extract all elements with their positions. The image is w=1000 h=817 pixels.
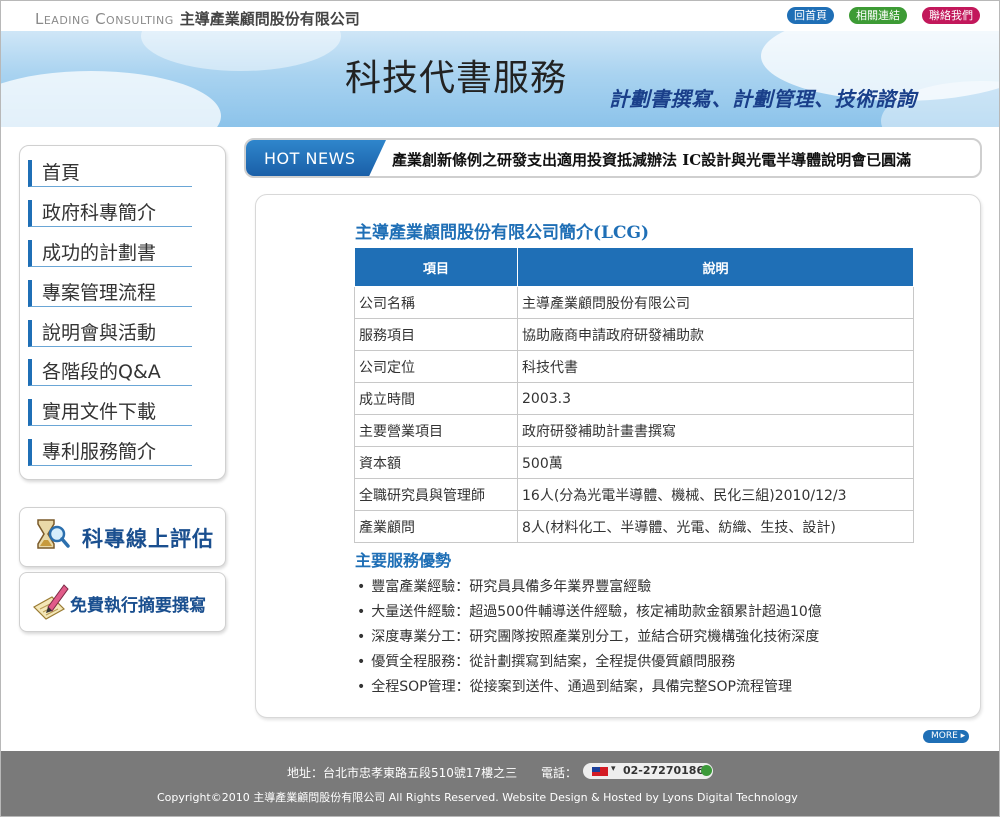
online-evaluation-label: 科專線上評估 (82, 527, 214, 551)
sidebar-item-seminars[interactable]: 說明會與活動 (28, 320, 192, 347)
cloud-decoration (1, 71, 221, 127)
list-item: • 優質全程服務：從計劃撰寫到結案，全程提供優質顧問服務 (357, 651, 735, 671)
bullet-icon: • (357, 604, 366, 620)
phone-widget[interactable]: ▾ 02-27270186 (583, 763, 713, 779)
more-label: MORE (931, 731, 958, 741)
hot-news-ticker[interactable]: HOT NEWS 產業創新條例之研發支出適用投資抵減辦法 IC設計與光電半導體說… (244, 138, 982, 178)
table-header-item: 項目 (354, 247, 518, 287)
footer-phone-label: 電話： (541, 766, 578, 780)
table-cell-value: 8人(材料化工、半導體、光電、紡織、生技、設計) (517, 510, 914, 543)
advantage-text: 優質全程服務：從計劃撰寫到結案，全程提供優質顧問服務 (371, 654, 736, 670)
table-cell-value: 協助廠商申請政府研發補助款 (517, 318, 914, 351)
taiwan-flag-icon (592, 767, 608, 776)
advantage-text: 全程SOP管理：從接案到送件、通過到結案，具備完整SOP流程管理 (371, 679, 792, 695)
free-summary-button[interactable]: 免費執行摘要撰寫 (19, 572, 226, 632)
company-info-table: 項目 說明 公司名稱 主導產業顧問股份有限公司 服務項目 協助廠商申請政府研發補… (354, 247, 914, 543)
table-cell-value: 2003.3 (517, 382, 914, 415)
sidebar-item-government-program[interactable]: 政府科專簡介 (28, 200, 192, 227)
table-row: 成立時間 2003.3 (354, 382, 914, 415)
dropdown-arrow-icon: ▾ (611, 764, 616, 774)
table-cell-key: 公司名稱 (354, 286, 518, 319)
top-bar: Leading Consulting 主導產業顧問股份有限公司 回首頁 相關連結 … (1, 1, 999, 31)
online-evaluation-button[interactable]: 科專線上評估 (19, 507, 226, 567)
advantage-text: 深度專業分工：研究團隊按照產業別分工，並結合研究機構強化技術深度 (371, 629, 820, 645)
table-cell-value: 科技代書 (517, 350, 914, 383)
hourglass-search-icon (37, 519, 70, 549)
advantage-text: 大量送件經驗：超過500件輔導送件經驗，核定補助款金額累計超過10億 (371, 604, 822, 620)
table-cell-value: 主導產業顧問股份有限公司 (517, 286, 914, 319)
hot-news-label: HOT NEWS (264, 149, 356, 168)
contact-us-button[interactable]: 聯絡我們 (922, 7, 980, 24)
table-header-description: 說明 (517, 247, 914, 287)
table-cell-key: 產業顧問 (354, 510, 518, 543)
table-row: 資本額 500萬 (354, 446, 914, 479)
free-summary-label: 免費執行摘要撰寫 (70, 596, 206, 616)
header-banner: 科技代書服務 計劃書撰寫、計劃管理、技術諮詢 (1, 31, 999, 127)
table-cell-key: 全職研究員與管理師 (354, 478, 518, 511)
brand-chinese: 主導產業顧問股份有限公司 (179, 10, 360, 28)
page-title: 主導產業顧問股份有限公司簡介(LCG) (355, 223, 650, 243)
table-cell-value: 500萬 (517, 446, 914, 479)
table-row: 產業顧問 8人(材料化工、半導體、光電、紡織、生技、設計) (354, 510, 914, 543)
table-row: 服務項目 協助廠商申請政府研發補助款 (354, 318, 914, 351)
footer-phone-number[interactable]: 02-27270186 (623, 764, 704, 777)
table-cell-value: 16人(分為光電半導體、機械、民化三組)2010/12/3 (517, 478, 914, 511)
sidebar-item-project-management[interactable]: 專案管理流程 (28, 280, 192, 307)
footer-copyright: Copyright©2010 主導產業顧問股份有限公司 All Rights R… (157, 791, 798, 804)
cloud-decoration (141, 31, 341, 71)
table-row: 主要營業項目 政府研發補助計畫書撰寫 (354, 414, 914, 447)
brand-english: Leading Consulting (35, 10, 174, 28)
table-cell-key: 資本額 (354, 446, 518, 479)
sidebar-item-downloads[interactable]: 實用文件下載 (28, 399, 192, 426)
hot-news-headline[interactable]: 產業創新條例之研發支出適用投資抵減辦法 IC設計與光電半導體說明會已圓滿 (392, 149, 911, 170)
banner-subtitle: 計劃書撰寫、計劃管理、技術諮詢 (609, 87, 917, 111)
paper-pen-icon (33, 584, 69, 620)
table-row: 全職研究員與管理師 16人(分為光電半導體、機械、民化三組)2010/12/3 (354, 478, 914, 511)
sidebar-item-successful-proposals[interactable]: 成功的計劃書 (28, 240, 192, 267)
sidebar-item-patent-services[interactable]: 專利服務簡介 (28, 439, 192, 466)
related-links-button[interactable]: 相關連結 (849, 7, 907, 24)
table-cell-key: 成立時間 (354, 382, 518, 415)
list-item: • 深度專業分工：研究團隊按照產業別分工，並結合研究機構強化技術深度 (357, 626, 819, 646)
bullet-icon: • (357, 679, 366, 695)
sidebar-item-home[interactable]: 首頁 (28, 160, 192, 187)
list-item: • 大量送件經驗：超過500件輔導送件經驗，核定補助款金額累計超過10億 (357, 601, 822, 621)
table-cell-key: 服務項目 (354, 318, 518, 351)
bullet-icon: • (357, 579, 366, 595)
list-item: • 豐富產業經驗：研究員具備多年業界豐富經驗 (357, 576, 651, 596)
list-item: • 全程SOP管理：從接案到送件、通過到結案，具備完整SOP流程管理 (357, 676, 792, 696)
footer-address: 地址：台北市忠孝東路五段510號17樓之三 (287, 766, 518, 780)
table-cell-key: 主要營業項目 (354, 414, 518, 447)
table-row: 公司名稱 主導產業顧問股份有限公司 (354, 286, 914, 319)
bullet-icon: • (357, 629, 366, 645)
more-button[interactable]: MORE ▸ (923, 730, 969, 743)
table-cell-value: 政府研發補助計畫書撰寫 (517, 414, 914, 447)
table-cell-key: 公司定位 (354, 350, 518, 383)
home-button[interactable]: 回首頁 (787, 7, 834, 24)
banner-title: 科技代書服務 (345, 58, 568, 99)
sidebar-nav (19, 145, 226, 480)
call-icon[interactable] (701, 765, 712, 776)
bullet-icon: • (357, 654, 366, 670)
advantage-text: 豐富產業經驗：研究員具備多年業界豐富經驗 (371, 579, 652, 595)
brand-logo[interactable]: Leading Consulting 主導產業顧問股份有限公司 (35, 8, 360, 29)
advantages-heading: 主要服務優勢 (355, 551, 452, 570)
page: Leading Consulting 主導產業顧問股份有限公司 回首頁 相關連結 … (0, 0, 1000, 817)
table-row: 公司定位 科技代書 (354, 350, 914, 383)
footer: 地址：台北市忠孝東路五段510號17樓之三 電話： ▾ 02-27270186 … (1, 751, 999, 816)
sidebar-item-qa[interactable]: 各階段的Q&A (28, 359, 192, 386)
